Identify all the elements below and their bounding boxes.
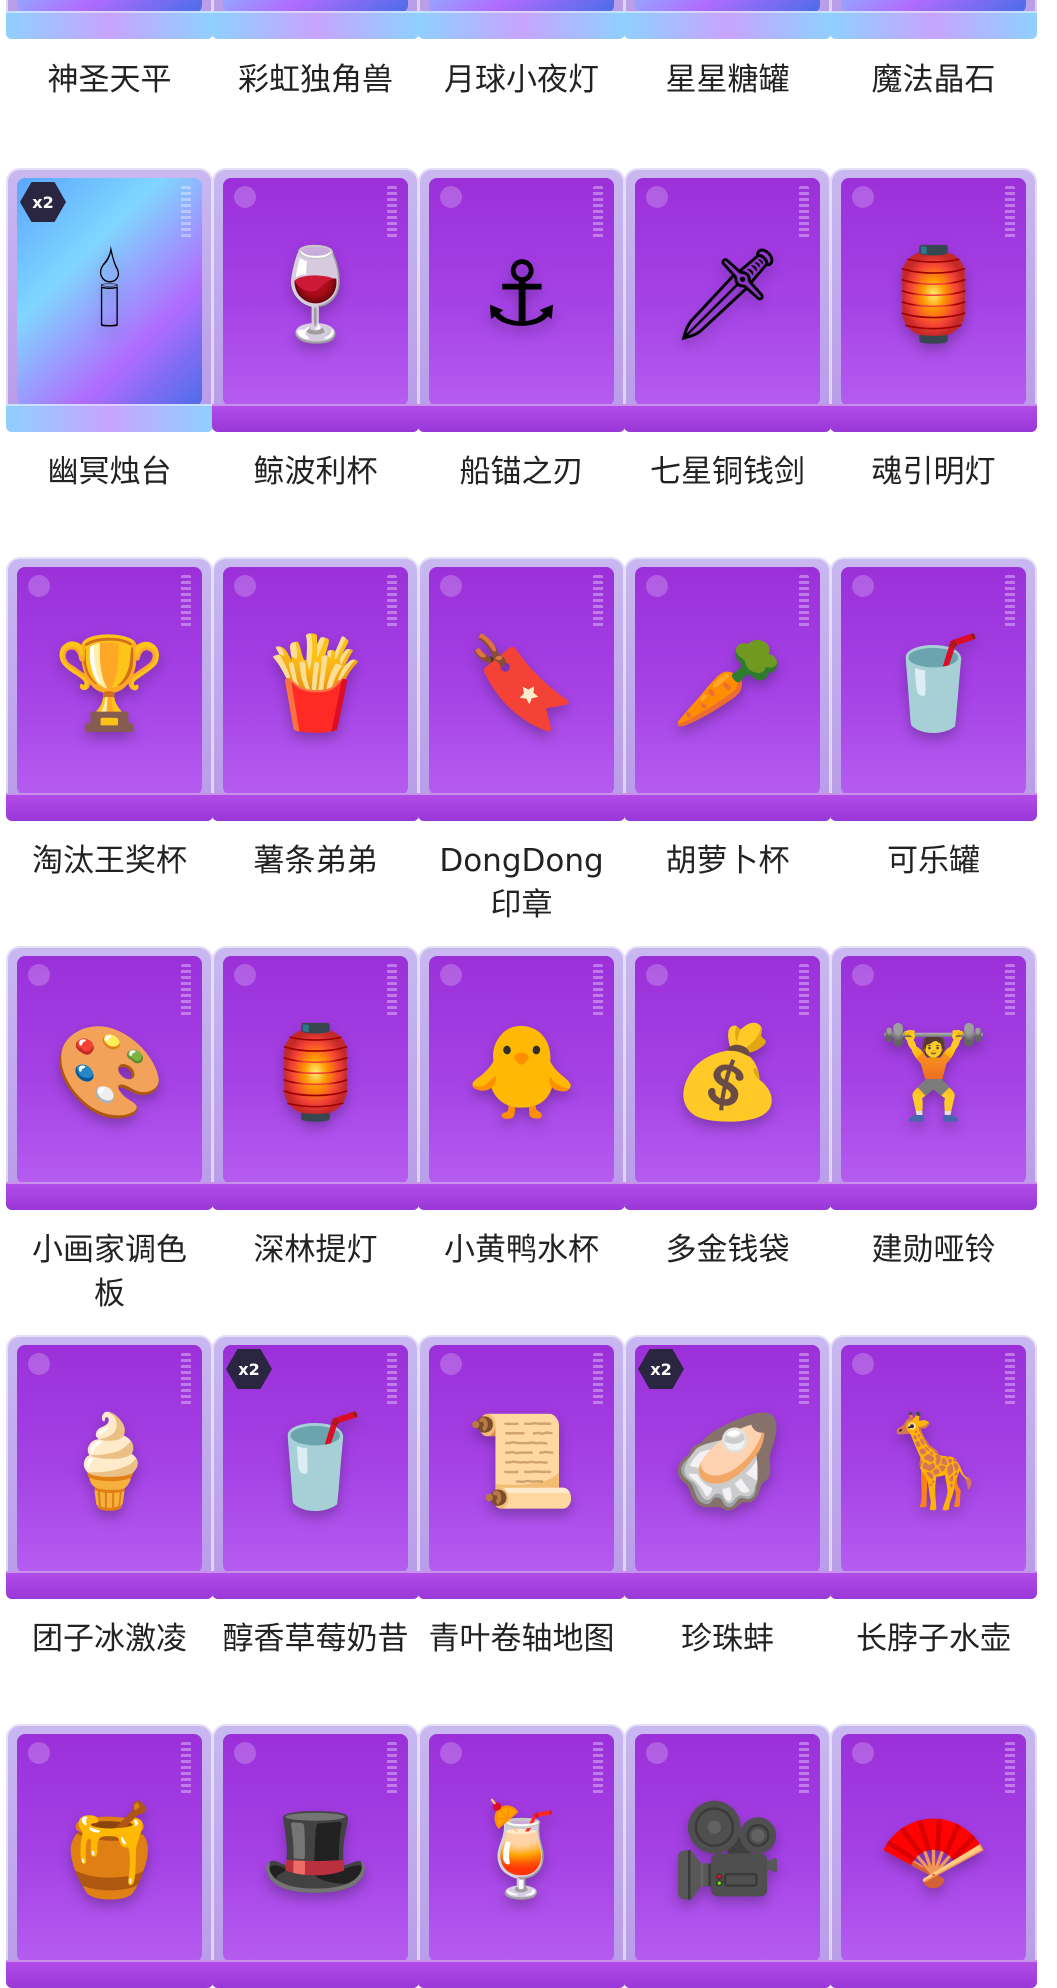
item-name: 青叶卷轴地图 bbox=[428, 1621, 615, 1657]
item-card: 🏮 bbox=[830, 168, 1037, 432]
item-card: 🎨 bbox=[6, 946, 213, 1210]
item-card: 🍦 bbox=[6, 1335, 213, 1599]
item-name: DongDong印章 bbox=[439, 843, 604, 923]
item-card bbox=[418, 0, 625, 39]
item-name: 彩虹独角兽 bbox=[238, 62, 393, 98]
item-name: 长脖子水壶 bbox=[856, 1621, 1011, 1657]
item-name: 星星糖罐 bbox=[665, 62, 790, 98]
item-card: 💰 bbox=[624, 946, 831, 1210]
item-name: 幽冥烛台 bbox=[47, 454, 172, 490]
green-lantern-icon: 🏮 bbox=[259, 1019, 372, 1125]
item-name: 深林提灯 bbox=[253, 1232, 378, 1268]
item-card: 🥤 x2 bbox=[212, 1335, 419, 1599]
duck-cup-icon: 🐥 bbox=[465, 1019, 578, 1125]
item-card: 🦒 bbox=[830, 1335, 1037, 1599]
jester-hat-icon: 🎩 bbox=[259, 1797, 372, 1903]
item-name: 多金钱袋 bbox=[665, 1232, 790, 1268]
item-card: 🏋 bbox=[830, 946, 1037, 1210]
item-name: 魂引明灯 bbox=[871, 454, 996, 490]
money-bag-icon: 💰 bbox=[671, 1019, 784, 1125]
item-name: 小黄鸭水杯 bbox=[444, 1232, 599, 1268]
item-name: 船锚之刃 bbox=[459, 454, 584, 490]
fan-icon: 🪭 bbox=[877, 1797, 990, 1903]
coin-sword-icon: 🗡 bbox=[670, 241, 785, 347]
item-card: 🍟 bbox=[212, 557, 419, 821]
item-name: 薯条弟弟 bbox=[253, 843, 378, 879]
item-name: 魔法晶石 bbox=[871, 62, 996, 98]
item-name: 鲸波利杯 bbox=[253, 454, 378, 490]
item-name: 月球小夜灯 bbox=[444, 62, 599, 98]
fish-trophy-icon: 🏆 bbox=[53, 630, 166, 736]
item-card: 🕯 x2 bbox=[6, 168, 213, 432]
item-card bbox=[624, 0, 831, 39]
scroll-map-icon: 📜 bbox=[465, 1408, 578, 1514]
item-name: 淘汰王奖杯 bbox=[32, 843, 187, 879]
item-card: 🍹 bbox=[418, 1724, 625, 1988]
candelabra-icon: 🕯 bbox=[96, 241, 123, 347]
item-card: 🐥 bbox=[418, 946, 625, 1210]
orca-goblet-icon: 🍷 bbox=[259, 241, 372, 347]
item-name: 建勋哑铃 bbox=[871, 1232, 996, 1268]
fries-icon: 🍟 bbox=[259, 630, 372, 736]
item-card: 🥤 bbox=[830, 557, 1037, 821]
item-card: 🏆 bbox=[6, 557, 213, 821]
item-card: ⚓ bbox=[418, 168, 625, 432]
item-name: 团子冰激凌 bbox=[32, 1621, 187, 1657]
anchor-icon: ⚓ bbox=[481, 241, 562, 347]
item-card bbox=[6, 0, 213, 39]
palette-icon: 🎨 bbox=[53, 1019, 166, 1125]
film-camera-icon: 🎥 bbox=[671, 1797, 784, 1903]
item-name: 珍珠蚌 bbox=[681, 1621, 774, 1657]
item-card: 🎩 bbox=[212, 1724, 419, 1988]
item-name: 神圣天平 bbox=[47, 62, 172, 98]
item-card bbox=[212, 0, 419, 39]
item-card bbox=[830, 0, 1037, 39]
milkshake-icon: 🥤 bbox=[259, 1408, 372, 1514]
item-name: 胡萝卜杯 bbox=[665, 843, 790, 879]
item-name: 可乐罐 bbox=[887, 843, 980, 879]
item-name: 小画家调色板 bbox=[32, 1232, 187, 1312]
item-card: 🔖 bbox=[418, 557, 625, 821]
item-card: 🥕 bbox=[624, 557, 831, 821]
lantern-icon: 🏮 bbox=[877, 241, 990, 347]
item-card: 🗡 bbox=[624, 168, 831, 432]
item-card: 🦪 x2 bbox=[624, 1335, 831, 1599]
item-card: 🎥 bbox=[624, 1724, 831, 1988]
cocktail-icon: 🍹 bbox=[465, 1797, 578, 1903]
item-card: 🍷 bbox=[212, 168, 419, 432]
cola-bottle-icon: 🥤 bbox=[877, 630, 990, 736]
item-card: 🏮 bbox=[212, 946, 419, 1210]
item-card: 📜 bbox=[418, 1335, 625, 1599]
dumbbell-icon: 🏋 bbox=[877, 1019, 990, 1125]
item-name: 醇香草莓奶昔 bbox=[222, 1621, 409, 1657]
item-card: 🪭 bbox=[830, 1724, 1037, 1988]
carrot-cup-icon: 🥕 bbox=[671, 630, 784, 736]
item-card: 🍯 bbox=[6, 1724, 213, 1988]
item-name: 七星铜钱剑 bbox=[650, 454, 805, 490]
ice-cream-icon: 🍦 bbox=[53, 1408, 166, 1514]
honey-pot-icon: 🍯 bbox=[53, 1797, 166, 1903]
item-collection-grid: 神圣天平 彩虹独角兽 月球小夜灯 星星糖罐 魔法晶石 🕯 x2 幽冥烛台 🍷 鲸… bbox=[0, 0, 1057, 1988]
pearl-clam-icon: 🦪 bbox=[671, 1408, 784, 1514]
stamp-icon: 🔖 bbox=[465, 630, 578, 736]
giraffe-flask-icon: 🦒 bbox=[877, 1408, 990, 1514]
